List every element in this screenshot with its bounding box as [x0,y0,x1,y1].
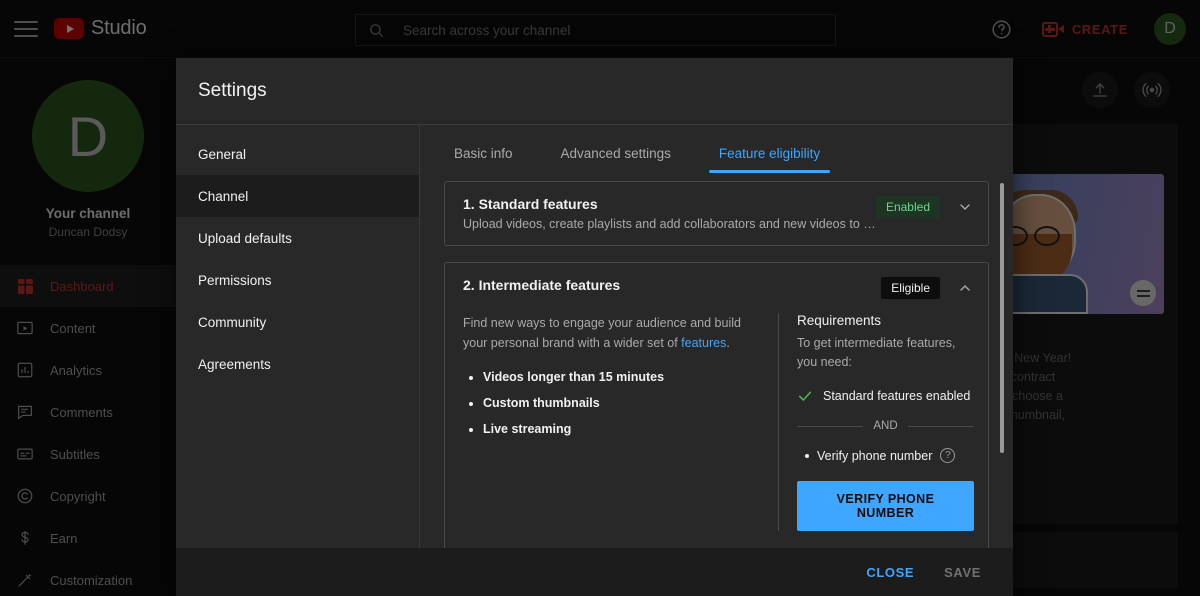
dialog-footer: CLOSE SAVE [176,548,1013,596]
panel-scrollbar[interactable] [1000,183,1004,453]
standard-features-card: 1. Standard features Upload videos, crea… [444,181,989,246]
list-item: Videos longer than 15 minutes [483,367,758,388]
status-badge: Eligible [881,277,940,299]
settings-nav-label: Permissions [198,272,272,288]
requirement-met-row: Standard features enabled [797,388,974,404]
dialog-body: General Channel Upload defaults Permissi… [176,124,1013,548]
intermediate-features-card: 2. Intermediate features Eligible Find n… [444,262,989,548]
card-body-text: Find new ways to engage your audience an… [463,313,758,353]
requirement-pending-row: Verify phone number ? [797,448,974,463]
settings-category-nav: General Channel Upload defaults Permissi… [176,125,420,548]
requirements-column: Requirements To get intermediate feature… [778,313,988,531]
card-title: 2. Intermediate features [463,277,621,293]
requirements-heading: Requirements [797,313,882,328]
intermediate-features-header[interactable]: 2. Intermediate features Eligible [445,263,988,313]
tab-basic-info[interactable]: Basic info [444,146,523,173]
requirement-met-label: Standard features enabled [823,389,971,403]
settings-dialog: Settings General Channel Upload defaults… [176,58,1013,596]
save-button[interactable]: SAVE [934,557,991,588]
separator-label: AND [873,420,898,432]
dialog-title: Settings [198,80,267,101]
requirements-subtext: To get intermediate features, you need: [797,336,956,369]
chevron-down-icon[interactable] [954,196,976,218]
settings-nav-label: Upload defaults [198,230,292,246]
requirements-separator: AND [797,420,974,432]
help-circle-icon[interactable]: ? [940,448,956,463]
features-link[interactable]: features [681,336,726,350]
tab-label: Advanced settings [560,146,671,161]
tab-label: Basic info [454,146,513,161]
settings-nav-agreements[interactable]: Agreements [176,343,419,385]
requirement-pending-label: Verify phone number [817,448,933,463]
intermediate-description-column: Find new ways to engage your audience an… [445,313,778,531]
settings-nav-permissions[interactable]: Permissions [176,259,419,301]
card-body-text-tail: . [726,336,730,350]
settings-nav-label: Community [198,314,267,330]
list-item: Custom thumbnails [483,393,758,414]
intermediate-feature-list: Videos longer than 15 minutes Custom thu… [483,367,758,440]
check-icon [798,391,812,401]
settings-nav-channel[interactable]: Channel [176,175,419,217]
settings-nav-label: General [198,146,247,162]
settings-tabs: Basic info Advanced settings Feature eli… [420,125,1013,173]
close-button[interactable]: CLOSE [856,557,924,588]
list-item: Live streaming [483,419,758,440]
intermediate-features-body: Find new ways to engage your audience an… [445,313,988,548]
settings-nav-general[interactable]: General [176,133,419,175]
youtube-studio-window: Studio CREATE D [0,0,1200,596]
settings-nav-community[interactable]: Community [176,301,419,343]
settings-nav-upload-defaults[interactable]: Upload defaults [176,217,419,259]
settings-nav-label: Agreements [198,356,271,372]
standard-features-header[interactable]: 1. Standard features Upload videos, crea… [445,182,988,245]
settings-nav-label: Channel [198,188,249,204]
tab-label: Feature eligibility [718,146,821,161]
bullet-dot-icon [805,453,809,458]
tab-feature-eligibility[interactable]: Feature eligibility [708,146,831,173]
verify-phone-number-button[interactable]: VERIFY PHONE NUMBER [797,481,974,531]
card-title: 1. Standard features [463,196,598,212]
card-description: Upload videos, create playlists and add … [463,217,876,231]
feature-eligibility-panel: 1. Standard features Upload videos, crea… [420,173,1013,548]
chevron-up-icon[interactable] [954,277,976,299]
status-badge: Enabled [875,196,940,218]
settings-content-pane: Basic info Advanced settings Feature eli… [420,125,1013,548]
tab-advanced-settings[interactable]: Advanced settings [551,146,681,173]
